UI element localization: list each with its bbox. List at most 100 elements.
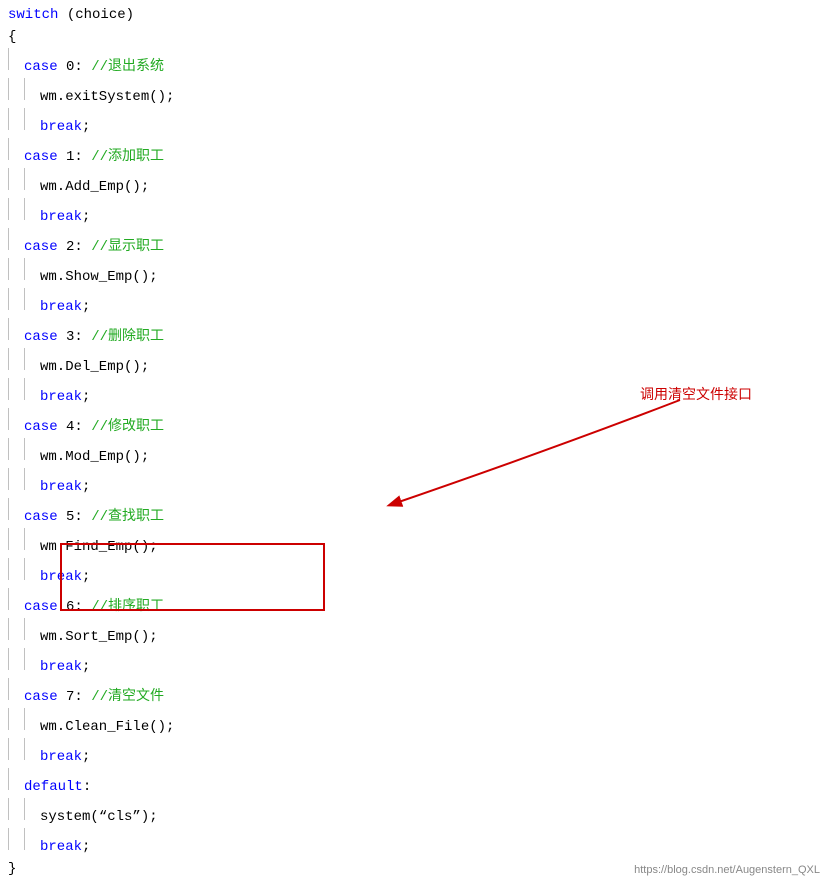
indent-guide (24, 618, 40, 640)
plain-text: : (83, 776, 91, 798)
code-line: break; (0, 108, 832, 138)
plain-text: 7: (58, 686, 92, 708)
comment: //添加职工 (91, 146, 164, 168)
indent-guide (8, 168, 24, 190)
plain-text: ; (82, 296, 90, 318)
code-line: wm.Add_Emp(); (0, 168, 832, 198)
keyword: case (24, 506, 58, 528)
indent-guide (8, 528, 24, 550)
indent-guide (8, 108, 24, 130)
comment: //修改职工 (91, 416, 164, 438)
indent-guide (24, 348, 40, 370)
code-line: case 6: //排序职工 (0, 588, 832, 618)
indent-guide (24, 168, 40, 190)
keyword: case (24, 416, 58, 438)
keyword: case (24, 686, 58, 708)
comment: //显示职工 (91, 236, 164, 258)
indent-guide (8, 468, 24, 490)
indent-guide (8, 498, 24, 520)
indent-guide (8, 738, 24, 760)
indent-guide (8, 708, 24, 730)
plain-text: ; (82, 836, 90, 858)
keyword: break (40, 746, 82, 768)
indent-guide (24, 78, 40, 100)
code-line: break; (0, 828, 832, 858)
plain-text: system( (40, 806, 99, 828)
code-line: case 7: //清空文件 (0, 678, 832, 708)
indent-guide (24, 438, 40, 460)
plain-text: wm.exitSystem(); (40, 86, 174, 108)
indent-guide (8, 198, 24, 220)
keyword: switch (8, 4, 58, 26)
plain-text: wm.Show_Emp(); (40, 266, 158, 288)
indent-guide (24, 798, 40, 820)
code-line: wm.exitSystem(); (0, 78, 832, 108)
code-line: system(“cls”); (0, 798, 832, 828)
keyword: break (40, 386, 82, 408)
plain-text: { (8, 26, 16, 48)
indent-guide (24, 108, 40, 130)
keyword: case (24, 236, 58, 258)
indent-guide (24, 378, 40, 400)
indent-guide (8, 588, 24, 610)
indent-guide (8, 828, 24, 850)
code-line: break; (0, 288, 832, 318)
indent-guide (8, 768, 24, 790)
plain-text: ; (82, 566, 90, 588)
indent-guide (24, 708, 40, 730)
code-line: default: (0, 768, 832, 798)
plain-text: wm.Add_Emp(); (40, 176, 149, 198)
plain-text: (choice) (58, 4, 134, 26)
keyword: break (40, 656, 82, 678)
plain-text: 0: (58, 56, 92, 78)
indent-guide (8, 138, 24, 160)
plain-text: 2: (58, 236, 92, 258)
annotation-text: 调用清空文件接口 (640, 384, 752, 404)
indent-guide (8, 258, 24, 280)
comment: //清空文件 (91, 686, 164, 708)
comment: //退出系统 (91, 56, 164, 78)
indent-guide (24, 648, 40, 670)
watermark: https://blog.csdn.net/Augenstern_QXL (634, 864, 820, 876)
code-line: switch (choice) (0, 4, 832, 26)
plain-text: ; (82, 746, 90, 768)
code-line: wm.Mod_Emp(); (0, 438, 832, 468)
plain-text: 4: (58, 416, 92, 438)
indent-guide (8, 438, 24, 460)
code-block: switch (choice){case 0: //退出系统wm.exitSys… (0, 0, 832, 884)
indent-guide (24, 258, 40, 280)
code-line: case 1: //添加职工 (0, 138, 832, 168)
comment: //排序职工 (91, 596, 164, 618)
indent-guide (8, 558, 24, 580)
keyword: case (24, 596, 58, 618)
indent-guide (8, 378, 24, 400)
keyword: case (24, 146, 58, 168)
plain-text: ; (82, 116, 90, 138)
indent-guide (8, 48, 24, 70)
code-line: break; (0, 558, 832, 588)
plain-text: ; (82, 206, 90, 228)
plain-text: ; (82, 656, 90, 678)
indent-guide (24, 468, 40, 490)
indent-guide (8, 318, 24, 340)
code-line: case 4: //修改职工 (0, 408, 832, 438)
indent-guide (8, 288, 24, 310)
indent-guide (8, 678, 24, 700)
code-line: break; (0, 738, 832, 768)
code-line: wm.Clean_File(); (0, 708, 832, 738)
code-line: wm.Show_Emp(); (0, 258, 832, 288)
indent-guide (8, 408, 24, 430)
plain-text: “cls” (99, 806, 141, 828)
code-line: wm.Sort_Emp(); (0, 618, 832, 648)
keyword: break (40, 296, 82, 318)
code-line: case 3: //删除职工 (0, 318, 832, 348)
indent-guide (8, 228, 24, 250)
indent-guide (8, 648, 24, 670)
plain-text: wm.Find_Emp(); (40, 536, 158, 558)
keyword: break (40, 206, 82, 228)
plain-text: wm.Sort_Emp(); (40, 626, 158, 648)
indent-guide (8, 348, 24, 370)
plain-text: wm.Del_Emp(); (40, 356, 149, 378)
plain-text: wm.Clean_File(); (40, 716, 174, 738)
plain-text: 5: (58, 506, 92, 528)
